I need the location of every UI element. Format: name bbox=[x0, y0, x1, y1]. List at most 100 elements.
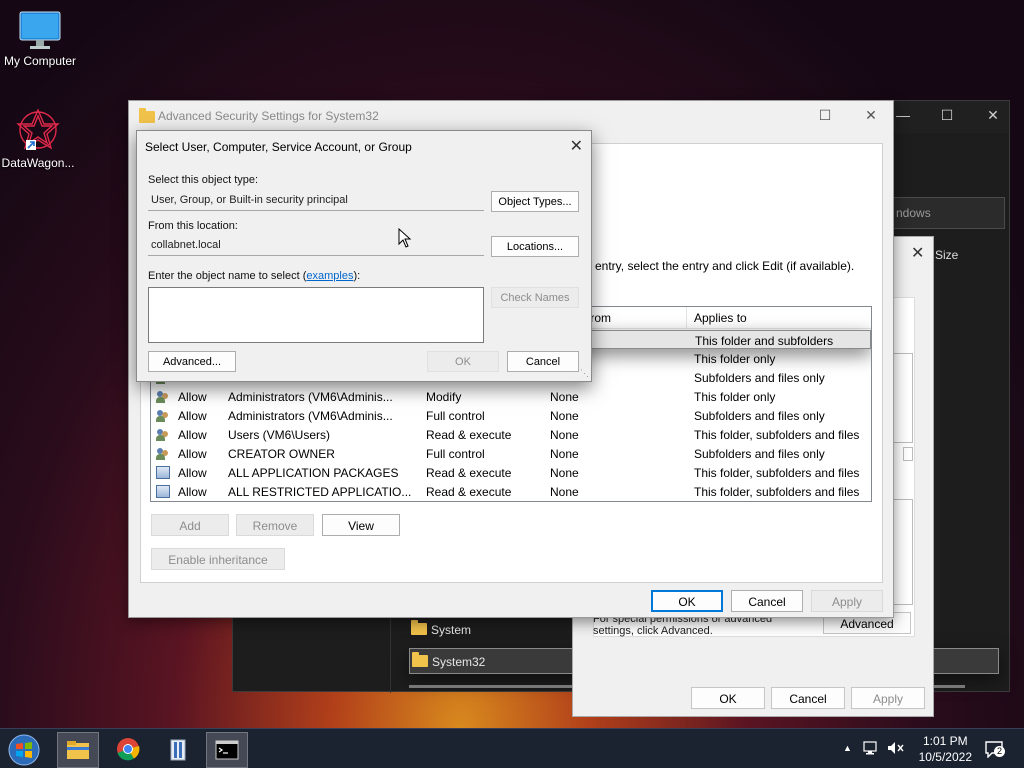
taskbar: ▲ 1:01 PM 10/5/2022 2 bbox=[0, 728, 1024, 768]
user-group-icon bbox=[156, 447, 170, 461]
close-icon[interactable]: ✕ bbox=[911, 243, 924, 263]
taskbar-chrome[interactable] bbox=[108, 732, 150, 768]
instruction-text: entry, select the entry and click Edit (… bbox=[595, 259, 855, 273]
permission-entry-row[interactable]: Allow CREATOR OWNER Full control None Su… bbox=[151, 444, 871, 463]
entry-access: Modify bbox=[426, 390, 462, 404]
entry-applies-to: Subfolders and files only bbox=[694, 409, 825, 423]
user-group-icon bbox=[156, 428, 170, 442]
object-name-label: Enter the object name to select (example… bbox=[148, 270, 360, 282]
enable-inheritance-button[interactable]: Enable inheritance bbox=[151, 548, 285, 570]
folder-label: System32 bbox=[432, 655, 486, 669]
cancel-button[interactable]: Cancel bbox=[731, 590, 803, 612]
locations-button[interactable]: Locations... bbox=[491, 236, 579, 257]
entry-principal: Users (VM6\Users) bbox=[228, 428, 331, 442]
entry-type: Allow bbox=[178, 428, 207, 442]
add-button[interactable]: Add bbox=[151, 514, 229, 536]
ok-button[interactable]: OK bbox=[651, 590, 723, 612]
entry-type: Allow bbox=[178, 485, 207, 499]
entry-principal: ALL APPLICATION PACKAGES bbox=[228, 466, 399, 480]
entry-type: Allow bbox=[178, 447, 207, 461]
network-icon[interactable] bbox=[862, 740, 880, 759]
entry-access: Read & execute bbox=[426, 485, 512, 499]
permission-entry-row[interactable]: Allow Administrators (VM6\Adminis... Mod… bbox=[151, 387, 871, 406]
entry-applies-to: This folder, subfolders and files bbox=[694, 485, 860, 499]
object-name-input[interactable] bbox=[148, 287, 484, 343]
entry-principal: Administrators (VM6\Adminis... bbox=[228, 409, 393, 423]
advanced-button[interactable]: Advanced... bbox=[148, 351, 236, 372]
check-names-button[interactable]: Check Names bbox=[491, 287, 579, 308]
apply-button[interactable]: Apply bbox=[851, 687, 925, 709]
my-computer-desktop-icon[interactable]: My Computer bbox=[0, 10, 80, 68]
ok-button[interactable]: OK bbox=[427, 351, 499, 372]
entry-applies-to: This folder only bbox=[694, 390, 776, 404]
close-icon[interactable]: ✕ bbox=[983, 107, 1003, 124]
close-icon[interactable]: ✕ bbox=[570, 136, 583, 156]
permission-entry-row[interactable]: Allow ALL RESTRICTED APPLICATIO... Read … bbox=[151, 482, 871, 501]
mouse-pointer-icon bbox=[398, 228, 412, 248]
taskbar-file-explorer[interactable] bbox=[57, 732, 99, 768]
entry-inherited: None bbox=[550, 390, 579, 404]
ok-button[interactable]: OK bbox=[691, 687, 765, 709]
datawagon-logo-icon bbox=[16, 108, 60, 150]
examples-link[interactable]: examples bbox=[306, 270, 353, 282]
close-icon[interactable]: ✕ bbox=[861, 107, 881, 124]
entry-access: Read & execute bbox=[426, 466, 512, 480]
remove-button[interactable]: Remove bbox=[236, 514, 314, 536]
folder-label: System bbox=[431, 623, 472, 637]
notification-count-badge: 2 bbox=[994, 746, 1006, 757]
entry-inherited: None bbox=[550, 447, 579, 461]
folder-icon bbox=[412, 652, 428, 667]
permission-entry-row[interactable]: Allow Administrators (VM6\Adminis... Ful… bbox=[151, 406, 871, 425]
window-title: Advanced Security Settings for System32 bbox=[158, 109, 379, 123]
entry-access: Full control bbox=[426, 447, 485, 461]
permission-entry-row[interactable]: Allow ALL APPLICATION PACKAGES Read & ex… bbox=[151, 463, 871, 482]
taskbar-app[interactable] bbox=[158, 732, 200, 768]
clock[interactable]: 1:01 PM 10/5/2022 bbox=[919, 733, 972, 765]
desktop-icon-label: My Computer bbox=[3, 54, 77, 68]
clock-date: 10/5/2022 bbox=[918, 750, 972, 764]
entry-type: Allow bbox=[178, 466, 207, 480]
volume-muted-icon[interactable] bbox=[886, 740, 906, 759]
column-header-applies-to[interactable]: Applies to bbox=[694, 311, 747, 325]
size-column-header[interactable]: Size bbox=[935, 248, 958, 262]
explorer-search-input[interactable]: ndows bbox=[891, 197, 1005, 229]
object-name-label-text: Enter the object name to select ( bbox=[148, 270, 307, 282]
datawagon-desktop-icon[interactable]: DataWagon... bbox=[0, 106, 78, 170]
edit-button-edge[interactable] bbox=[903, 447, 913, 461]
object-name-label-suffix: ): bbox=[353, 270, 361, 282]
show-hidden-icons-chevron-icon[interactable]: ▲ bbox=[843, 743, 852, 753]
entry-inherited: None bbox=[550, 485, 579, 499]
command-prompt-icon bbox=[215, 740, 239, 760]
maximize-icon[interactable]: ☐ bbox=[937, 107, 957, 124]
windows-start-icon bbox=[8, 734, 40, 766]
permission-entry-row[interactable]: Allow Users (VM6\Users) Read & execute N… bbox=[151, 425, 871, 444]
entry-applies-to: This folder, subfolders and files bbox=[694, 428, 860, 442]
chrome-icon bbox=[117, 738, 140, 761]
maximize-icon[interactable]: ☐ bbox=[815, 107, 835, 124]
apply-button[interactable]: Apply bbox=[811, 590, 883, 612]
cancel-button[interactable]: Cancel bbox=[507, 351, 579, 372]
start-button[interactable] bbox=[4, 732, 50, 768]
folder-icon bbox=[139, 108, 155, 123]
column-separator[interactable] bbox=[686, 307, 687, 329]
entry-access: Read & execute bbox=[426, 428, 512, 442]
cancel-button[interactable]: Cancel bbox=[771, 687, 845, 709]
object-types-button[interactable]: Object Types... bbox=[491, 191, 579, 212]
document-app-icon bbox=[170, 739, 186, 761]
view-button[interactable]: View bbox=[322, 514, 400, 536]
object-type-label: Select this object type: bbox=[148, 174, 259, 186]
entry-type: Allow bbox=[178, 409, 207, 423]
entry-applies-to: This folder, subfolders and files bbox=[694, 466, 860, 480]
file-explorer-icon bbox=[67, 741, 89, 759]
minimize-icon[interactable]: — bbox=[893, 107, 913, 123]
entry-applies-to: This folder and subfolders bbox=[695, 334, 834, 348]
entry-principal: ALL RESTRICTED APPLICATIO... bbox=[228, 485, 412, 499]
location-field: collabnet.local bbox=[148, 235, 484, 256]
entry-applies-to: Subfolders and files only bbox=[694, 371, 825, 385]
taskbar-command-prompt[interactable] bbox=[206, 732, 248, 768]
user-group-icon bbox=[156, 409, 170, 423]
package-icon bbox=[156, 466, 170, 479]
resize-grip-icon[interactable]: ⋱ bbox=[580, 368, 589, 379]
notification-center-button[interactable]: 2 bbox=[984, 740, 1006, 761]
package-icon bbox=[156, 485, 170, 498]
